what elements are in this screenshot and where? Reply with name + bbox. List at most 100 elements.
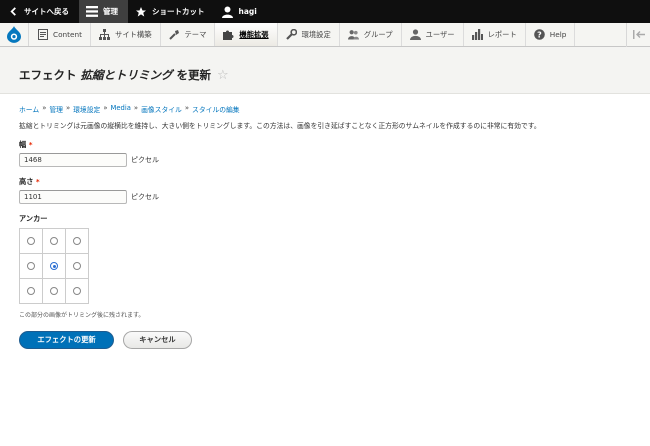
height-unit: ピクセル: [131, 193, 159, 201]
help-icon: ?: [533, 29, 545, 40]
anchor-radio-center-top[interactable]: [50, 237, 58, 245]
breadcrumb-separator: »: [65, 104, 71, 112]
width-input[interactable]: 1468: [19, 153, 127, 167]
tray-item-label: サイト構築: [115, 29, 152, 39]
extend-icon: [223, 29, 234, 40]
tray-item-label: 機能拡張: [239, 29, 269, 39]
tray-item-reports[interactable]: レポート: [464, 23, 526, 46]
anchor-label: アンカー: [19, 214, 48, 223]
anchor-radio-center-bottom[interactable]: [50, 287, 58, 295]
back-to-site-label: サイトへ戻る: [24, 7, 69, 16]
breadcrumb-link[interactable]: 管理: [49, 104, 63, 114]
anchor-radio-left-center[interactable]: [27, 262, 35, 270]
anchor-radio-center-center[interactable]: [50, 262, 58, 270]
tray-item-help[interactable]: ? Help: [526, 23, 576, 46]
height-input[interactable]: 1101: [19, 190, 127, 204]
breadcrumb-link[interactable]: 画像スタイル: [141, 104, 182, 114]
user-tab[interactable]: hagi: [215, 0, 267, 23]
breadcrumb-link[interactable]: Media: [110, 104, 130, 114]
tray-item-label: グループ: [363, 29, 393, 39]
back-to-site-link[interactable]: サイトへ戻る: [0, 0, 79, 23]
star-icon[interactable]: ☆: [217, 68, 229, 83]
anchor-cell: [43, 254, 66, 279]
anchor-help-text: この部分の画像がトリミング後に残されます。: [19, 312, 145, 319]
page-title-effect-name: 拡縮とトリミング: [80, 68, 173, 82]
admin-toolbar: サイトへ戻る 管理 ショートカット hagi: [0, 0, 650, 23]
anchor-cell: [20, 254, 43, 279]
anchor-cell: [66, 254, 89, 279]
required-marker: *: [35, 177, 40, 186]
height-input-row: 1101 ピクセル: [19, 190, 631, 204]
reports-icon: [471, 29, 483, 40]
anchor-cell: [43, 229, 66, 254]
tray-item-label: Content: [53, 30, 83, 39]
user-label: hagi: [238, 7, 257, 16]
width-unit: ピクセル: [131, 156, 159, 164]
page-title-suffix: を更新: [176, 68, 212, 82]
menu-icon: [86, 6, 98, 18]
manage-tab[interactable]: 管理: [79, 0, 128, 23]
appearance-icon: [168, 29, 180, 40]
tray-item-label: ユーザー: [425, 29, 455, 39]
page-title: エフェクト 拡縮とトリミング を更新 ☆: [19, 67, 650, 83]
drupal-logo-icon[interactable]: [0, 23, 29, 46]
anchor-radio-right-top[interactable]: [73, 237, 81, 245]
breadcrumb: ホーム » 管理 » 環境設定 » Media » 画像スタイル » スタイルの…: [19, 104, 631, 114]
breadcrumb-link[interactable]: スタイルの編集: [192, 104, 240, 114]
tray-item-label: テーマ: [184, 29, 207, 39]
height-label: 高さ *: [19, 177, 631, 187]
effect-description: 拡縮とトリミングは元画像の縦横比を維持し、大きい側をトリミングします。この方法は…: [19, 122, 541, 130]
width-field: 幅 * 1468 ピクセル: [19, 140, 631, 167]
anchor-cell: [43, 279, 66, 304]
user-icon: [222, 6, 234, 18]
breadcrumb-link[interactable]: ホーム: [19, 104, 39, 114]
admin-tray: Content サイト構築 テーマ 機能拡張 環境設定 グループ ユーザー レポ…: [0, 23, 650, 47]
anchor-grid: [19, 228, 89, 304]
anchor-radio-right-center[interactable]: [73, 262, 81, 270]
anchor-radio-left-top[interactable]: [27, 237, 35, 245]
page-header: エフェクト 拡縮とトリミング を更新 ☆: [0, 47, 650, 94]
group-icon: [347, 29, 359, 40]
anchor-radio-left-bottom[interactable]: [27, 287, 35, 295]
width-input-row: 1468 ピクセル: [19, 153, 631, 167]
tray-item-people[interactable]: ユーザー: [402, 23, 464, 46]
height-label-text: 高さ: [19, 177, 34, 186]
width-label-text: 幅: [19, 140, 27, 149]
width-label: 幅 *: [19, 140, 631, 150]
anchor-cell: [66, 229, 89, 254]
star-icon: [135, 6, 147, 18]
required-marker: *: [28, 140, 33, 149]
chevron-left-icon: [7, 6, 19, 18]
tray-item-appearance[interactable]: テーマ: [161, 23, 216, 46]
update-effect-button[interactable]: エフェクトの更新: [19, 331, 114, 349]
breadcrumb-separator: »: [103, 104, 108, 112]
cancel-button[interactable]: キャンセル: [123, 331, 192, 349]
breadcrumb-separator: »: [42, 104, 47, 112]
tray-item-label: レポート: [487, 29, 517, 39]
content-icon: [37, 29, 48, 40]
breadcrumb-separator: »: [133, 104, 139, 112]
breadcrumb-link[interactable]: 環境設定: [73, 104, 100, 114]
anchor-cell: [20, 279, 43, 304]
main-content: ホーム » 管理 » 環境設定 » Media » 画像スタイル » スタイルの…: [0, 104, 650, 349]
structure-icon: [99, 29, 111, 40]
tray-item-content[interactable]: Content: [29, 23, 92, 46]
tray-item-config[interactable]: 環境設定: [278, 23, 340, 46]
shortcuts-label: ショートカット: [152, 7, 205, 16]
anchor-cell: [66, 279, 89, 304]
tray-item-extend[interactable]: 機能拡張: [215, 23, 278, 46]
manage-label: 管理: [103, 7, 118, 16]
height-field: 高さ * 1101 ピクセル: [19, 177, 631, 204]
wrench-icon: [285, 29, 297, 40]
anchor-radio-right-bottom[interactable]: [73, 287, 81, 295]
tray-item-label: Help: [549, 30, 567, 39]
shortcuts-tab[interactable]: ショートカット: [128, 0, 215, 23]
page-title-prefix: エフェクト: [19, 68, 77, 82]
form-actions: エフェクトの更新 キャンセル: [19, 331, 631, 349]
anchor-cell: [20, 229, 43, 254]
tray-item-label: 環境設定: [301, 29, 331, 39]
breadcrumb-separator: »: [184, 104, 190, 112]
tray-item-group[interactable]: グループ: [340, 23, 402, 46]
tray-item-structure[interactable]: サイト構築: [91, 23, 161, 46]
tray-orientation-toggle[interactable]: [626, 23, 650, 47]
